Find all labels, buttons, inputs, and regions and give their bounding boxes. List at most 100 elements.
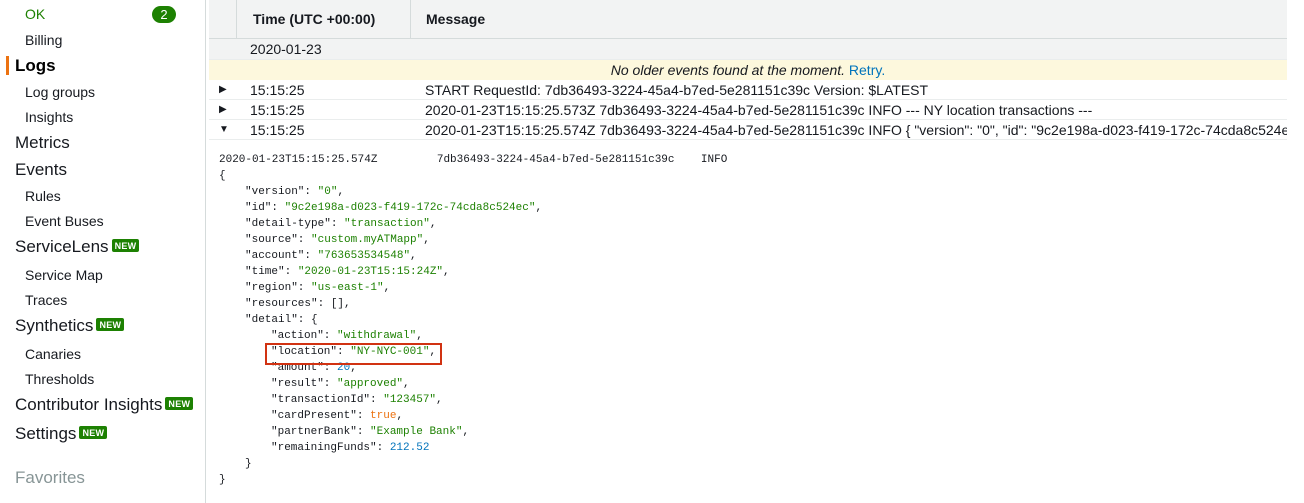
ok-label: OK [25, 6, 46, 22]
sidebar-item-contributor-insights[interactable]: Contributor Insights NEW [15, 395, 194, 415]
json-key: "result": [271, 378, 338, 390]
json-line-source: "source": "custom.myATMapp", [245, 233, 430, 247]
new-badge: NEW [165, 397, 194, 410]
log-event-row-expanded[interactable]: ▼ 15:15:25 2020-01-23T15:15:25.574Z 7db3… [209, 120, 1290, 140]
sidebar: OK 2 Billing Logs Log groups Insights Me… [0, 0, 206, 503]
json-key: "id": [245, 202, 285, 214]
sidebar-item-synthetics[interactable]: Synthetics NEW [15, 316, 125, 336]
contributor-insights-label: Contributor Insights [15, 395, 163, 414]
retry-link[interactable]: Retry. [849, 62, 885, 78]
column-header-message[interactable]: Message [426, 0, 485, 39]
json-value: 212.52 [389, 442, 430, 454]
column-divider [410, 0, 411, 39]
sidebar-item-canaries[interactable]: Canaries [25, 346, 81, 362]
json-key: "partnerBank": [271, 426, 371, 438]
json-comma: , [462, 426, 470, 438]
sidebar-item-rules[interactable]: Rules [25, 188, 61, 204]
json-line-version: "version": "0", [245, 185, 344, 199]
json-value: "123457" [383, 394, 437, 406]
json-line-transaction-id: "transactionId": "123457", [271, 393, 443, 407]
sidebar-item-logs[interactable]: Logs [15, 56, 56, 76]
json-comma: , [535, 202, 543, 214]
json-comma: , [410, 250, 417, 262]
json-value: "withdrawal" [337, 330, 417, 342]
sidebar-item-thresholds[interactable]: Thresholds [25, 371, 94, 387]
json-line-time: "time": "2020-01-23T15:15:24Z", [245, 265, 450, 279]
json-line-detail: "detail": { [245, 314, 318, 326]
json-key: "transactionId": [271, 394, 384, 406]
json-key: "source": [245, 234, 312, 246]
json-value: "9c2e198a-d023-f419-172c-74cda8c524ec" [284, 202, 536, 214]
json-key: "time": [245, 266, 298, 278]
json-comma: , [429, 218, 437, 230]
json-value: "Example Bank" [370, 426, 463, 438]
json-line-resources: "resources": [], [245, 298, 351, 310]
column-divider [236, 0, 237, 39]
no-older-events-notice: No older events found at the moment. Ret… [209, 60, 1287, 80]
json-comma: , [416, 330, 423, 342]
json-comma: , [423, 234, 430, 246]
event-message: START RequestId: 7db36493-3224-45a4-b7ed… [425, 82, 929, 98]
json-value: "0" [317, 186, 338, 198]
location-highlight-box [265, 343, 442, 365]
date-group-row: 2020-01-23 [209, 39, 1287, 60]
json-inner-close-brace: } [245, 458, 252, 470]
sidebar-item-events[interactable]: Events [15, 160, 67, 180]
json-comma: , [396, 410, 404, 422]
sidebar-item-insights[interactable]: Insights [25, 109, 73, 125]
event-time: 15:15:25 [250, 102, 305, 118]
json-line-detail-type: "detail-type": "transaction", [245, 217, 436, 231]
json-key: "version": [245, 186, 318, 198]
sidebar-item-traces[interactable]: Traces [25, 292, 67, 308]
json-comma: , [436, 394, 443, 406]
collapse-caret-icon[interactable]: ▼ [219, 120, 229, 140]
log-events-panel: Time (UTC +00:00) Message 2020-01-23 No … [209, 0, 1304, 503]
table-header: Time (UTC +00:00) Message [209, 0, 1287, 39]
json-key: "action": [271, 330, 338, 342]
expanded-event-detail: 2020-01-23T15:15:25.574Z 7db36493-3224-4… [209, 140, 1287, 503]
json-line-region: "region": "us-east-1", [245, 281, 390, 295]
json-comma: , [337, 186, 345, 198]
detail-request-id: 7db36493-3224-45a4-b7ed-5e281151c39c [436, 154, 675, 166]
log-event-row[interactable]: ▶ 15:15:25 START RequestId: 7db36493-322… [209, 80, 1287, 100]
expand-caret-icon[interactable]: ▶ [219, 100, 227, 120]
json-value: "transaction" [344, 218, 430, 230]
json-line-remaining-funds: "remainingFunds": 212.52 [271, 441, 429, 455]
sidebar-item-event-buses[interactable]: Event Buses [25, 213, 104, 229]
date-label: 2020-01-23 [250, 41, 322, 57]
sidebar-item-servicelens[interactable]: ServiceLens NEW [15, 237, 140, 257]
json-value: "custom.myATMapp" [311, 234, 424, 246]
sidebar-item-service-map[interactable]: Service Map [25, 267, 103, 283]
active-indicator [6, 56, 9, 75]
sidebar-item-billing[interactable]: Billing [25, 32, 62, 48]
new-badge: NEW [79, 426, 108, 439]
json-value: "2020-01-23T15:15:24Z" [297, 266, 444, 278]
json-key: "remainingFunds": [271, 442, 390, 454]
json-close-brace: } [219, 474, 226, 486]
json-line-action: "action": "withdrawal", [271, 329, 423, 343]
settings-label: Settings [15, 424, 77, 443]
scrollbar-track[interactable] [1287, 0, 1304, 503]
ok-count-badge: 2 [152, 6, 176, 23]
event-message: 2020-01-23T15:15:25.573Z 7db36493-3224-4… [425, 102, 1093, 118]
expand-caret-icon[interactable]: ▶ [219, 80, 227, 100]
sidebar-item-ok[interactable]: OK [25, 6, 45, 22]
detail-level: INFO [700, 154, 728, 166]
event-message: 2020-01-23T15:15:25.574Z 7db36493-3224-4… [425, 122, 1290, 138]
json-line-card-present: "cardPresent": true, [271, 409, 403, 423]
sidebar-item-metrics[interactable]: Metrics [15, 133, 70, 153]
column-header-time[interactable]: Time (UTC +00:00) [253, 0, 375, 39]
sidebar-item-log-groups[interactable]: Log groups [25, 84, 95, 100]
json-open-brace: { [219, 170, 226, 182]
event-time: 15:15:25 [250, 122, 305, 138]
json-comma: , [403, 378, 410, 390]
json-line-account: "account": "763653534548", [245, 249, 417, 263]
detail-timestamp: 2020-01-23T15:15:25.574Z [219, 154, 378, 166]
json-line-id: "id": "9c2e198a-d023-f419-172c-74cda8c52… [245, 201, 542, 215]
sidebar-item-settings[interactable]: Settings NEW [15, 424, 108, 444]
favorites-heading: Favorites [15, 468, 85, 487]
detail-header: 2020-01-23T15:15:25.574Z 7db36493-3224-4… [219, 153, 727, 167]
json-value: "us-east-1" [311, 282, 384, 294]
log-event-row[interactable]: ▶ 15:15:25 2020-01-23T15:15:25.573Z 7db3… [209, 100, 1287, 120]
json-key: "cardPresent": [271, 410, 371, 422]
